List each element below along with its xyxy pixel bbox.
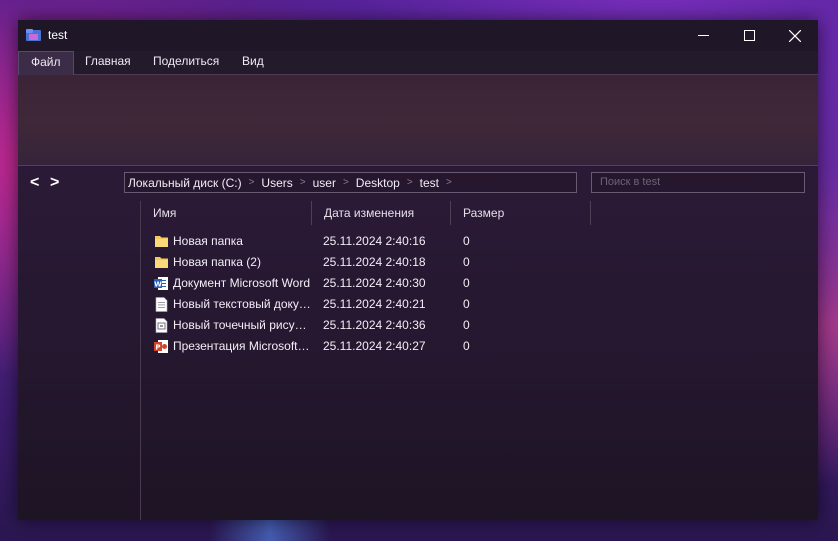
tab-view[interactable]: Вид: [230, 51, 276, 74]
file-date-modified: 25.11.2024 2:40:16: [323, 234, 426, 248]
file-size: 0: [463, 234, 470, 248]
window-title: test: [48, 28, 68, 42]
file-name: Новая папка: [173, 234, 243, 248]
minimize-icon: [697, 35, 709, 36]
file-name: Документ Microsoft Word: [173, 276, 311, 290]
file-date-modified: 25.11.2024 2:40:30: [323, 276, 426, 290]
file-size: 0: [463, 339, 470, 353]
close-icon: [789, 29, 801, 42]
file-name: Новый точечный рисунок: [173, 318, 311, 332]
minimize-button[interactable]: [680, 20, 726, 51]
file-date-modified: 25.11.2024 2:40:21: [323, 297, 426, 311]
file-rows: Новая папка 25.11.2024 2:40:16 0 Новая п…: [141, 231, 818, 357]
file-name: Новая папка (2): [173, 255, 261, 269]
file-date-modified: 25.11.2024 2:40:27: [323, 339, 426, 353]
ribbon-tabs: Файл Главная Поделиться Вид: [18, 51, 818, 75]
maximize-icon: [743, 30, 755, 41]
powerpoint-document-icon: P: [154, 340, 168, 353]
file-size: 0: [463, 255, 470, 269]
back-button[interactable]: <: [30, 174, 39, 192]
folder-icon: [155, 257, 168, 268]
chevron-right-icon: >: [248, 177, 255, 188]
file-row[interactable]: P Презентация Microsoft PowerPoint 25.11…: [141, 336, 818, 357]
svg-text:P: P: [155, 344, 160, 352]
maximize-button[interactable]: [726, 20, 772, 51]
file-row[interactable]: Новый текстовый документ 25.11.2024 2:40…: [141, 294, 818, 315]
chevron-right-icon: >: [446, 177, 452, 188]
column-header-name[interactable]: Имя: [141, 201, 312, 225]
file-row[interactable]: Новый точечный рисунок 25.11.2024 2:40:3…: [141, 315, 818, 336]
file-name: Новый текстовый документ: [173, 297, 311, 311]
title-bar[interactable]: test: [18, 20, 818, 51]
bitmap-image-icon: [155, 318, 168, 333]
file-list: Имя Дата изменения Размер Новая папка 25…: [141, 201, 818, 520]
close-button[interactable]: [772, 20, 818, 51]
tab-share[interactable]: Поделиться: [141, 51, 231, 74]
chevron-right-icon: >: [406, 177, 413, 188]
word-document-icon: W: [154, 277, 168, 290]
column-header-size[interactable]: Размер: [451, 201, 591, 225]
file-size: 0: [463, 318, 470, 332]
chevron-right-icon: >: [299, 177, 306, 188]
file-name: Презентация Microsoft PowerPoint: [173, 339, 311, 353]
address-bar[interactable]: Локальный диск (C:) > Users > user > Des…: [124, 172, 577, 193]
chevron-right-icon: >: [342, 177, 349, 188]
forward-button[interactable]: >: [50, 174, 59, 192]
tab-home[interactable]: Главная: [73, 51, 143, 74]
navigation-bar: < > Локальный диск (C:) > Users > user >…: [18, 166, 818, 200]
file-size: 0: [463, 276, 470, 290]
file-date-modified: 25.11.2024 2:40:36: [323, 318, 426, 332]
text-document-icon: [155, 297, 168, 312]
svg-text:W: W: [154, 281, 162, 289]
breadcrumb-local-disk[interactable]: Локальный диск (C:): [128, 176, 242, 190]
breadcrumb-desktop[interactable]: Desktop: [356, 176, 400, 190]
navigation-pane[interactable]: [18, 201, 141, 520]
file-row[interactable]: Новая папка (2) 25.11.2024 2:40:18 0: [141, 252, 818, 273]
file-date-modified: 25.11.2024 2:40:18: [323, 255, 426, 269]
file-explorer-window: test Файл Главная Поделиться Вид < > Лок…: [18, 20, 818, 520]
file-explorer-app-icon: [26, 29, 41, 41]
column-header-date-modified[interactable]: Дата изменения: [312, 201, 451, 225]
folder-icon: [155, 236, 168, 247]
file-row[interactable]: W Документ Microsoft Word 25.11.2024 2:4…: [141, 273, 818, 294]
breadcrumb-users[interactable]: Users: [261, 176, 292, 190]
ribbon-panel: [18, 75, 818, 166]
tab-file[interactable]: Файл: [18, 51, 74, 75]
search-input[interactable]: Поиск в test: [591, 172, 805, 193]
column-headers: Имя Дата изменения Размер: [141, 201, 818, 225]
file-size: 0: [463, 297, 470, 311]
breadcrumb-test[interactable]: test: [420, 176, 439, 190]
file-row[interactable]: Новая папка 25.11.2024 2:40:16 0: [141, 231, 818, 252]
breadcrumb-user[interactable]: user: [313, 176, 336, 190]
